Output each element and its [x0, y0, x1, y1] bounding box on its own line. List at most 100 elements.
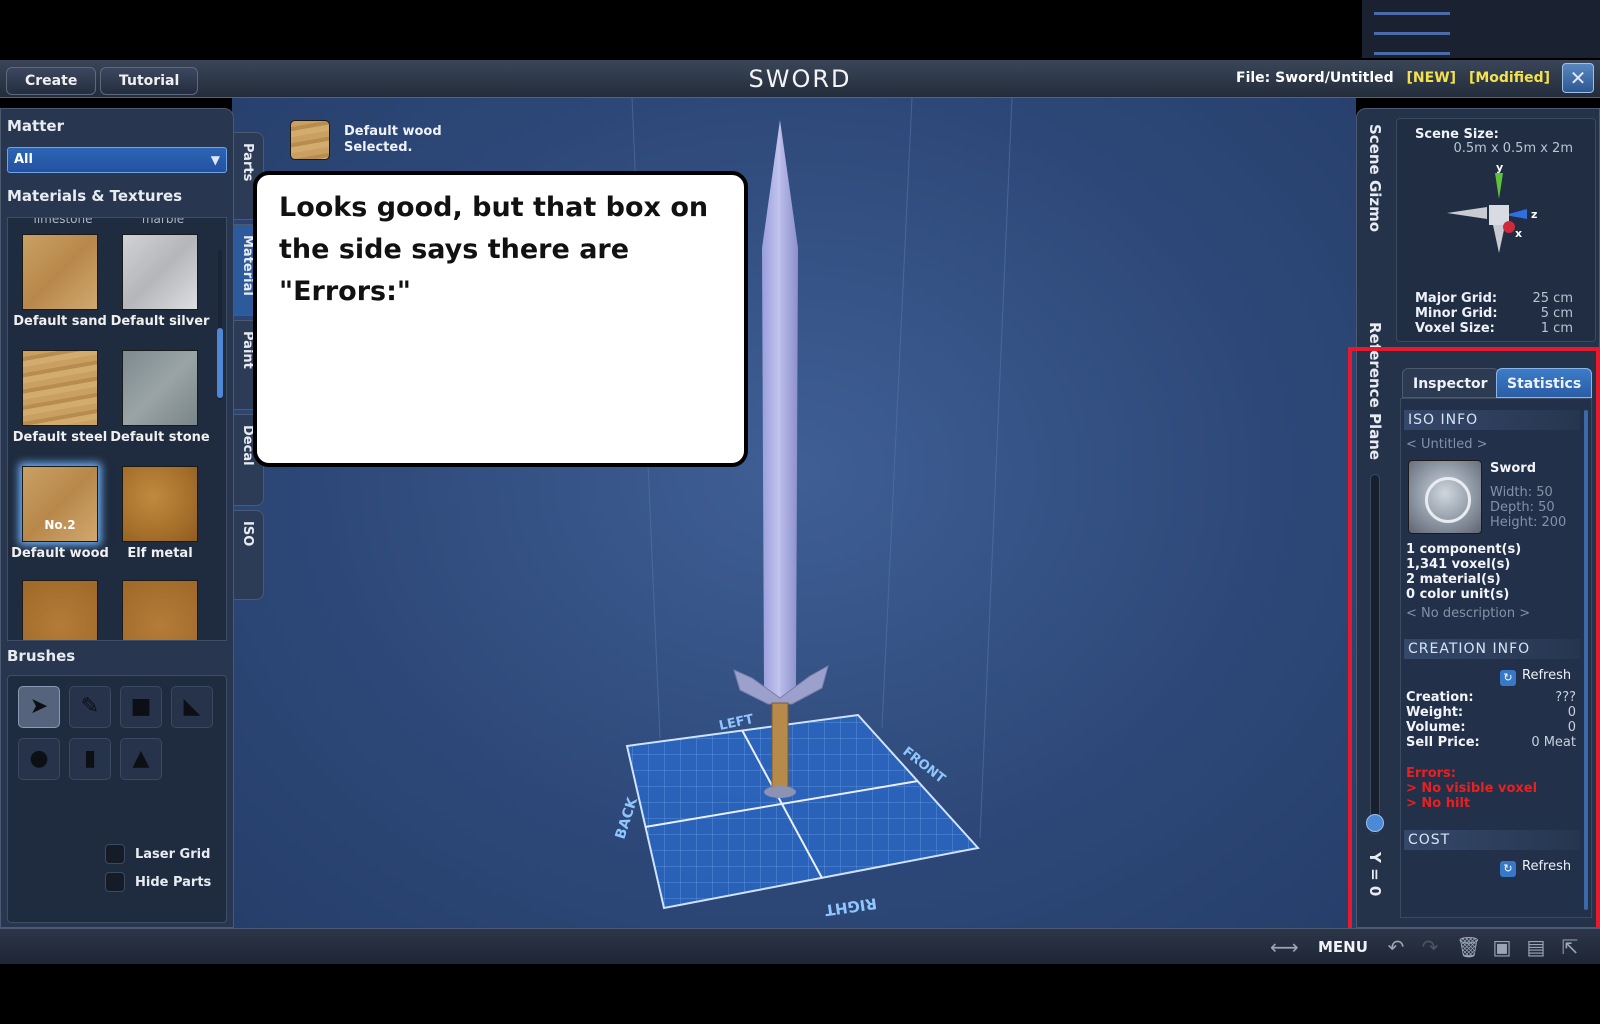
major-grid-label: Major Grid:: [1415, 291, 1498, 306]
close-button[interactable]: ✕: [1562, 63, 1594, 93]
scene-size-value: 0.5m x 0.5m x 2m: [1453, 141, 1573, 156]
left-panel: Matter All ▼ Materials & Textures limest…: [0, 108, 234, 928]
highlight-box: [1348, 347, 1600, 933]
material-name: Elf metal: [127, 546, 193, 561]
brushes-label: Brushes: [7, 647, 76, 665]
material-partial[interactable]: [10, 580, 110, 640]
material-swatch: [122, 580, 198, 640]
cone-icon: ▲: [132, 746, 150, 771]
file-info: File: Sword/Untitled [NEW] [Modified]: [1236, 70, 1550, 86]
material-default-steel[interactable]: Default steel: [10, 350, 110, 445]
material-name: Default silver: [110, 314, 210, 329]
minor-grid-value: 5 cm: [1540, 306, 1573, 321]
save-icon[interactable]: ▣: [1490, 935, 1514, 959]
material-elf-metal[interactable]: Elf metal: [110, 466, 210, 561]
export-icon[interactable]: ⇱: [1558, 935, 1582, 959]
title-bar: Create Tutorial SWORD File: Sword/Untitl…: [0, 60, 1600, 98]
major-grid-value: 25 cm: [1532, 291, 1574, 306]
partial-material-label: marble: [141, 217, 185, 226]
reference-line: [881, 98, 913, 729]
cube-icon: ■: [130, 694, 152, 719]
minimap-line: [1374, 32, 1450, 35]
cylinder-brush[interactable]: ▮: [69, 738, 111, 780]
material-partial[interactable]: [110, 580, 210, 640]
select-brush[interactable]: ➤: [18, 686, 60, 728]
material-default-sand[interactable]: Default sand: [10, 234, 110, 329]
trash-icon[interactable]: 🗑: [1456, 935, 1481, 959]
bottom-black-strip: [0, 964, 1600, 1024]
material-default-stone[interactable]: Default stone: [110, 350, 210, 445]
modified-flag: [Modified]: [1468, 70, 1550, 86]
undo-icon[interactable]: ↶: [1384, 935, 1408, 959]
tab-label: Parts: [240, 143, 255, 182]
hide-parts-checkbox[interactable]: [105, 872, 125, 892]
tab-iso[interactable]: ISO: [234, 510, 264, 600]
cylinder-icon: ▮: [83, 746, 97, 771]
sphere-icon: ●: [29, 746, 49, 771]
scene-gizmo-panel: Scene Size: 0.5m x 0.5m x 2m y z x Major…: [1396, 118, 1596, 342]
cone-brush[interactable]: ▲: [120, 738, 162, 780]
box-brush[interactable]: ■: [120, 686, 162, 728]
annotation-callout: Looks good, but that box on the side say…: [253, 171, 748, 467]
axis-label-right: RIGHT: [823, 894, 878, 919]
file-label: File:: [1236, 70, 1271, 86]
gizmo-y-label: y: [1496, 163, 1503, 174]
matter-dropdown-value: All: [14, 152, 33, 167]
voxel-size-label: Voxel Size:: [1415, 321, 1495, 336]
redo-icon[interactable]: ↷: [1418, 935, 1442, 959]
material-swatch: [22, 234, 98, 310]
menu-button[interactable]: MENU: [1318, 938, 1368, 956]
laser-grid-label: Laser Grid: [135, 847, 211, 862]
minimap-line: [1374, 12, 1450, 15]
cursor-icon: ➤: [29, 694, 49, 719]
wedge-brush[interactable]: ◣: [171, 686, 213, 728]
matter-label: Matter: [7, 117, 64, 135]
material-name: Default sand: [13, 314, 107, 329]
gizmo-y-axis: [1495, 173, 1503, 199]
materials-scroll-thumb[interactable]: [217, 328, 223, 398]
material-default-wood[interactable]: No.2 Default wood: [10, 466, 110, 561]
mirror-icon[interactable]: ⟷: [1270, 935, 1299, 959]
pencil-icon: ✎: [80, 694, 100, 719]
gizmo-z-label: z: [1531, 208, 1537, 221]
material-name: Default stone: [110, 430, 210, 445]
gizmo-x-axis: [1503, 221, 1515, 233]
gizmo-neg-x-axis: [1447, 207, 1487, 219]
close-icon: ✕: [1569, 66, 1587, 90]
material-default-silver[interactable]: Default silver: [110, 234, 210, 329]
material-swatch: [122, 466, 198, 542]
file-path: Sword/Untitled: [1275, 70, 1394, 86]
save-as-icon[interactable]: ▤: [1524, 935, 1548, 959]
minor-grid-label: Minor Grid:: [1415, 306, 1498, 321]
gizmo-x-label: x: [1515, 227, 1522, 240]
sphere-brush[interactable]: ●: [18, 738, 60, 780]
pencil-brush[interactable]: ✎: [69, 686, 111, 728]
laser-grid-checkbox[interactable]: [105, 844, 125, 864]
materials-label: Materials & Textures: [7, 187, 183, 205]
wedge-icon: ◣: [183, 694, 201, 719]
grid-floor: [625, 713, 980, 910]
material-swatch: [122, 350, 198, 426]
material-name: Default steel: [12, 430, 108, 445]
material-name: Default wood: [11, 546, 109, 561]
material-swatch: [122, 234, 198, 310]
minimap-thumbnail: [1362, 0, 1600, 58]
sword-model: [733, 120, 829, 798]
materials-grid[interactable]: limestone marble Default sand Default si…: [7, 217, 227, 641]
axis-gizmo[interactable]: y z x: [1447, 163, 1547, 263]
gizmo-neg-y-axis: [1493, 225, 1505, 253]
top-black-strip: [0, 0, 1600, 60]
matter-dropdown[interactable]: All ▼: [7, 147, 227, 173]
reference-line: [979, 98, 1013, 839]
bottom-toolbar: ⟷ MENU ↶ ↷ 🗑 ▣ ▤ ⇱: [0, 928, 1600, 964]
selected-material-indicator: Default wood Selected.: [290, 120, 442, 160]
annotation-text: Looks good, but that box on the side say…: [279, 192, 709, 307]
selected-material-text: Default wood Selected.: [344, 124, 484, 156]
scene-size-label: Scene Size:: [1415, 127, 1499, 142]
hide-parts-label: Hide Parts: [135, 875, 212, 890]
axis-label-back: BACK: [613, 795, 642, 842]
selected-material-status: Selected.: [344, 140, 413, 155]
voxel-size-value: 1 cm: [1540, 321, 1573, 336]
chevron-down-icon: ▼: [210, 153, 220, 167]
minimap-line: [1374, 52, 1450, 55]
